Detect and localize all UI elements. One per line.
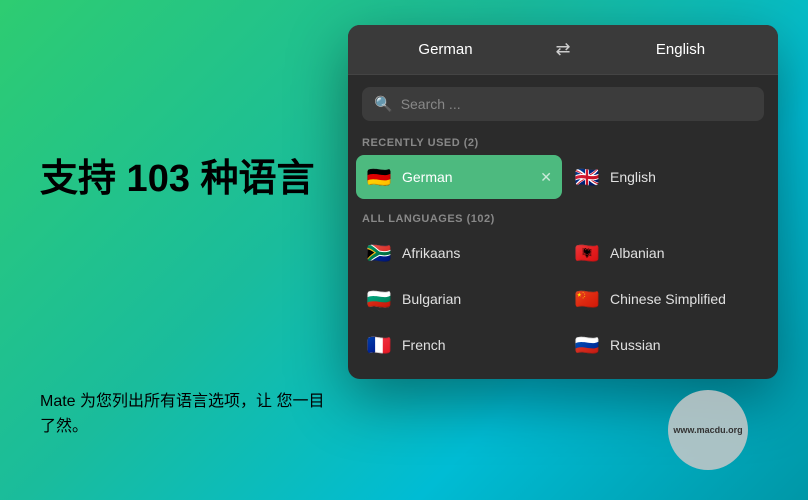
language-name: Afrikaans — [402, 245, 460, 261]
close-icon[interactable]: ✕ — [540, 169, 552, 186]
language-name: Chinese Simplified — [610, 291, 726, 307]
list-item[interactable]: 🇧🇬 Bulgarian — [356, 277, 562, 321]
language-name: French — [402, 337, 446, 353]
flag-icon: 🇦🇱 — [574, 240, 600, 266]
watermark-text: www.macdu.org — [673, 424, 742, 437]
search-bar: 🔍 — [362, 87, 764, 121]
sub-text: Mate 为您列出所有语言选项，让 您一目了然。 — [40, 389, 330, 440]
panel-header: German ⇄ English — [348, 25, 778, 75]
translation-panel: German ⇄ English 🔍 RECENTLY USED (2) 🇩🇪 … — [348, 25, 778, 379]
language-name: Bulgarian — [402, 291, 461, 307]
recently-used-list: 🇩🇪 German ✕ 🇬🇧 English — [348, 155, 778, 199]
list-item[interactable]: 🇫🇷 French — [356, 323, 562, 367]
list-item[interactable]: 🇨🇳 Chinese Simplified — [564, 277, 770, 321]
flag-icon: 🇷🇺 — [574, 332, 600, 358]
search-icon: 🔍 — [374, 95, 393, 113]
search-input[interactable] — [401, 96, 752, 112]
all-languages-list: 🇿🇦 Afrikaans 🇦🇱 Albanian 🇧🇬 Bulgarian 🇨🇳… — [348, 231, 778, 367]
flag-icon: 🇨🇳 — [574, 286, 600, 312]
swap-languages-button[interactable]: ⇄ — [543, 25, 583, 74]
language-name: Albanian — [610, 245, 665, 261]
list-item[interactable]: 🇷🇺 Russian — [564, 323, 770, 367]
flag-icon: 🇧🇬 — [366, 286, 392, 312]
flag-icon: 🇩🇪 — [366, 164, 392, 190]
flag-icon: 🇬🇧 — [574, 164, 600, 190]
recently-used-label: RECENTLY USED (2) — [348, 133, 778, 155]
left-content: 支持 103 种语言 Mate 为您列出所有语言选项，让 您一目了然。 — [40, 0, 380, 500]
language-name: English — [610, 169, 656, 185]
watermark: www.macdu.org — [668, 390, 748, 470]
main-title: 支持 103 种语言 — [40, 157, 380, 203]
flag-icon: 🇫🇷 — [366, 332, 392, 358]
language-name: German — [402, 169, 453, 185]
panel-body: 🔍 RECENTLY USED (2) 🇩🇪 German ✕ 🇬🇧 Engli… — [348, 87, 778, 379]
all-languages-label: ALL LANGUAGES (102) — [348, 209, 778, 231]
list-item[interactable]: 🇬🇧 English — [564, 155, 770, 199]
list-item[interactable]: 🇩🇪 German ✕ — [356, 155, 562, 199]
list-item[interactable]: 🇦🇱 Albanian — [564, 231, 770, 275]
list-item[interactable]: 🇿🇦 Afrikaans — [356, 231, 562, 275]
source-language-button[interactable]: German — [348, 25, 543, 74]
swap-icon: ⇄ — [555, 39, 570, 60]
flag-icon: 🇿🇦 — [366, 240, 392, 266]
target-language-button[interactable]: English — [583, 25, 778, 74]
language-name: Russian — [610, 337, 661, 353]
